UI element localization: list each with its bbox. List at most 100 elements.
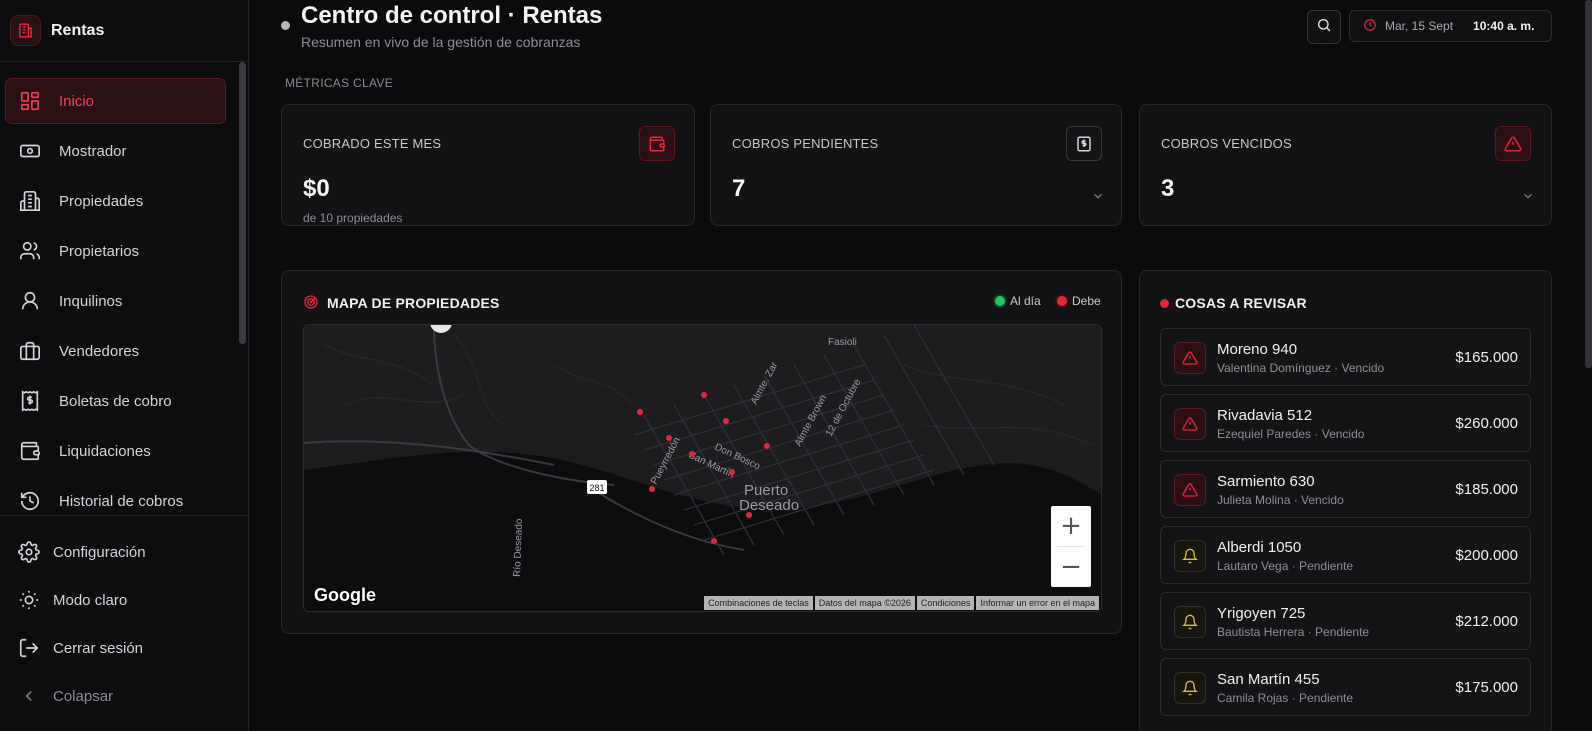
alert-icon bbox=[1495, 126, 1531, 161]
map-title: MAPA DE PROPIEDADES bbox=[327, 295, 500, 311]
sidebar-item-label: Propiedades bbox=[59, 192, 144, 210]
sidebar-item-inquilinos[interactable]: Inquilinos bbox=[5, 278, 226, 324]
collapse-button[interactable]: Colapsar bbox=[0, 672, 249, 720]
logout-label: Cerrar sesión bbox=[53, 639, 144, 657]
review-property: Moreno 940 bbox=[1217, 341, 1298, 358]
zoom-controls: + − bbox=[1051, 506, 1091, 587]
review-tenant: Ezequiel Paredes · Vencido bbox=[1217, 427, 1365, 441]
review-property: Yrigoyen 725 bbox=[1217, 605, 1306, 622]
legend-dot bbox=[1057, 296, 1067, 306]
light-mode-toggle[interactable]: Modo claro bbox=[0, 576, 249, 624]
chevron-down-icon[interactable] bbox=[1091, 189, 1105, 203]
property-marker[interactable] bbox=[701, 392, 707, 398]
review-list: Moreno 940 Valentina Domínguez · Vencido… bbox=[1160, 328, 1531, 724]
sidebar-item-label: Inquilinos bbox=[59, 292, 123, 310]
sidebar-item-inicio[interactable]: Inicio bbox=[5, 78, 226, 124]
property-marker[interactable] bbox=[746, 512, 752, 518]
review-item[interactable]: Moreno 940 Valentina Domínguez · Vencido… bbox=[1160, 328, 1531, 386]
legend-label: Al día bbox=[1010, 294, 1041, 308]
logout-button[interactable]: Cerrar sesión bbox=[0, 624, 249, 672]
review-item[interactable]: Sarmiento 630 Julieta Molina · Vencido $… bbox=[1160, 460, 1531, 518]
search-button[interactable] bbox=[1307, 10, 1341, 44]
sidebar-item-label: Propietarios bbox=[59, 242, 140, 260]
sidebar-item-label: Vendedores bbox=[59, 342, 140, 360]
metric-label: COBRADO ESTE MES bbox=[303, 136, 442, 151]
review-amount: $212.000 bbox=[1455, 613, 1518, 630]
sidebar-item-boletas[interactable]: Boletas de cobro bbox=[5, 378, 226, 424]
metric-value: 7 bbox=[732, 175, 746, 202]
search-icon bbox=[1316, 17, 1332, 38]
user-icon bbox=[18, 289, 42, 313]
legend-dot bbox=[995, 296, 1005, 306]
dashboard-icon bbox=[18, 89, 42, 113]
cash-icon bbox=[18, 139, 42, 163]
alert-icon bbox=[1174, 408, 1206, 440]
sidebar-item-vendedores[interactable]: Vendedores bbox=[5, 328, 226, 374]
sidebar-item-label: Inicio bbox=[59, 92, 95, 110]
review-item[interactable]: San Martín 455 Camila Rojas · Pendiente … bbox=[1160, 658, 1531, 716]
property-marker[interactable] bbox=[729, 469, 735, 475]
review-tenant: Bautista Herrera · Pendiente bbox=[1217, 625, 1370, 639]
sun-icon bbox=[17, 588, 41, 612]
zoom-in-button[interactable]: + bbox=[1051, 506, 1091, 546]
gear-icon bbox=[17, 540, 41, 564]
radar-icon bbox=[303, 294, 319, 315]
property-marker[interactable] bbox=[723, 418, 729, 424]
metric-card-pending[interactable]: COBROS PENDIENTES 7 bbox=[710, 104, 1122, 226]
metric-value: 3 bbox=[1161, 175, 1175, 202]
review-amount: $175.000 bbox=[1455, 679, 1518, 696]
metrics-section-label: MÉTRICAS CLAVE bbox=[285, 76, 393, 90]
map-canvas[interactable]: 281 Puerto Deseado Fasioli Río Deseado A… bbox=[303, 324, 1102, 612]
property-marker[interactable] bbox=[649, 486, 655, 492]
map-data-label: Datos del mapa ©2026 bbox=[814, 596, 915, 610]
property-marker[interactable] bbox=[637, 409, 643, 415]
chevron-left-icon bbox=[17, 684, 41, 708]
brand[interactable]: Rentas bbox=[0, 0, 248, 62]
review-item[interactable]: Rivadavia 512 Ezequiel Paredes · Vencido… bbox=[1160, 394, 1531, 452]
metric-label: COBROS VENCIDOS bbox=[1161, 136, 1292, 151]
sidebar-item-label: Historial de cobros bbox=[59, 492, 184, 510]
zoom-out-button[interactable]: − bbox=[1051, 547, 1091, 587]
map-shortcuts-link[interactable]: Combinaciones de teclas bbox=[704, 596, 813, 610]
property-marker[interactable] bbox=[711, 538, 717, 544]
property-marker[interactable] bbox=[666, 435, 672, 441]
brand-name: Rentas bbox=[51, 21, 105, 39]
sidebar-item-propiedades[interactable]: Propiedades bbox=[5, 178, 226, 224]
legend-debt: Debe bbox=[1057, 294, 1101, 308]
sidebar-scrollbar[interactable] bbox=[239, 62, 246, 344]
map-attribution: Combinaciones de teclas Datos del mapa ©… bbox=[702, 596, 1099, 610]
map-report-link[interactable]: Informar un error en el mapa bbox=[976, 596, 1099, 610]
users-icon bbox=[18, 239, 42, 263]
metric-value: $0 bbox=[303, 175, 330, 202]
collapse-label: Colapsar bbox=[53, 687, 114, 705]
sidebar-nav: Inicio Mostrador Propiedades Propietario… bbox=[5, 78, 226, 528]
dollar-doc-icon bbox=[1066, 126, 1102, 161]
page-scrollbar[interactable] bbox=[1585, 0, 1592, 368]
alert-icon bbox=[1174, 474, 1206, 506]
sidebar-item-propietarios[interactable]: Propietarios bbox=[5, 228, 226, 274]
review-amount: $165.000 bbox=[1455, 349, 1518, 366]
clock-icon bbox=[1363, 18, 1377, 35]
property-marker[interactable] bbox=[764, 443, 770, 449]
chevron-down-icon[interactable] bbox=[1521, 189, 1535, 203]
metric-label: COBROS PENDIENTES bbox=[732, 136, 879, 151]
map-roads: 281 Puerto Deseado Fasioli Río Deseado A… bbox=[304, 325, 1101, 611]
current-time: 10:40 a. m. bbox=[1473, 19, 1535, 33]
page-subtitle: Resumen en vivo de la gestión de cobranz… bbox=[301, 34, 581, 50]
sidebar-item-liquidaciones[interactable]: Liquidaciones bbox=[5, 428, 226, 474]
page-title: Centro de control · Rentas bbox=[301, 2, 603, 29]
briefcase-icon bbox=[18, 339, 42, 363]
sidebar-item-mostrador[interactable]: Mostrador bbox=[5, 128, 226, 174]
review-item[interactable]: Yrigoyen 725 Bautista Herrera · Pendient… bbox=[1160, 592, 1531, 650]
legend-label: Debe bbox=[1072, 294, 1101, 308]
metric-sub: de 10 propiedades bbox=[303, 211, 403, 225]
review-item[interactable]: Alberdi 1050 Lautaro Vega · Pendiente $2… bbox=[1160, 526, 1531, 584]
metric-card-overdue[interactable]: COBROS VENCIDOS 3 bbox=[1139, 104, 1552, 226]
review-amount: $260.000 bbox=[1455, 415, 1518, 432]
wallet-icon bbox=[639, 126, 675, 161]
property-marker[interactable] bbox=[689, 451, 695, 457]
sidebar-bottom: Configuración Modo claro Cerrar sesión C… bbox=[0, 515, 249, 720]
settings-button[interactable]: Configuración bbox=[0, 528, 249, 576]
map-terms-link[interactable]: Condiciones bbox=[916, 596, 975, 610]
review-amount: $185.000 bbox=[1455, 481, 1518, 498]
